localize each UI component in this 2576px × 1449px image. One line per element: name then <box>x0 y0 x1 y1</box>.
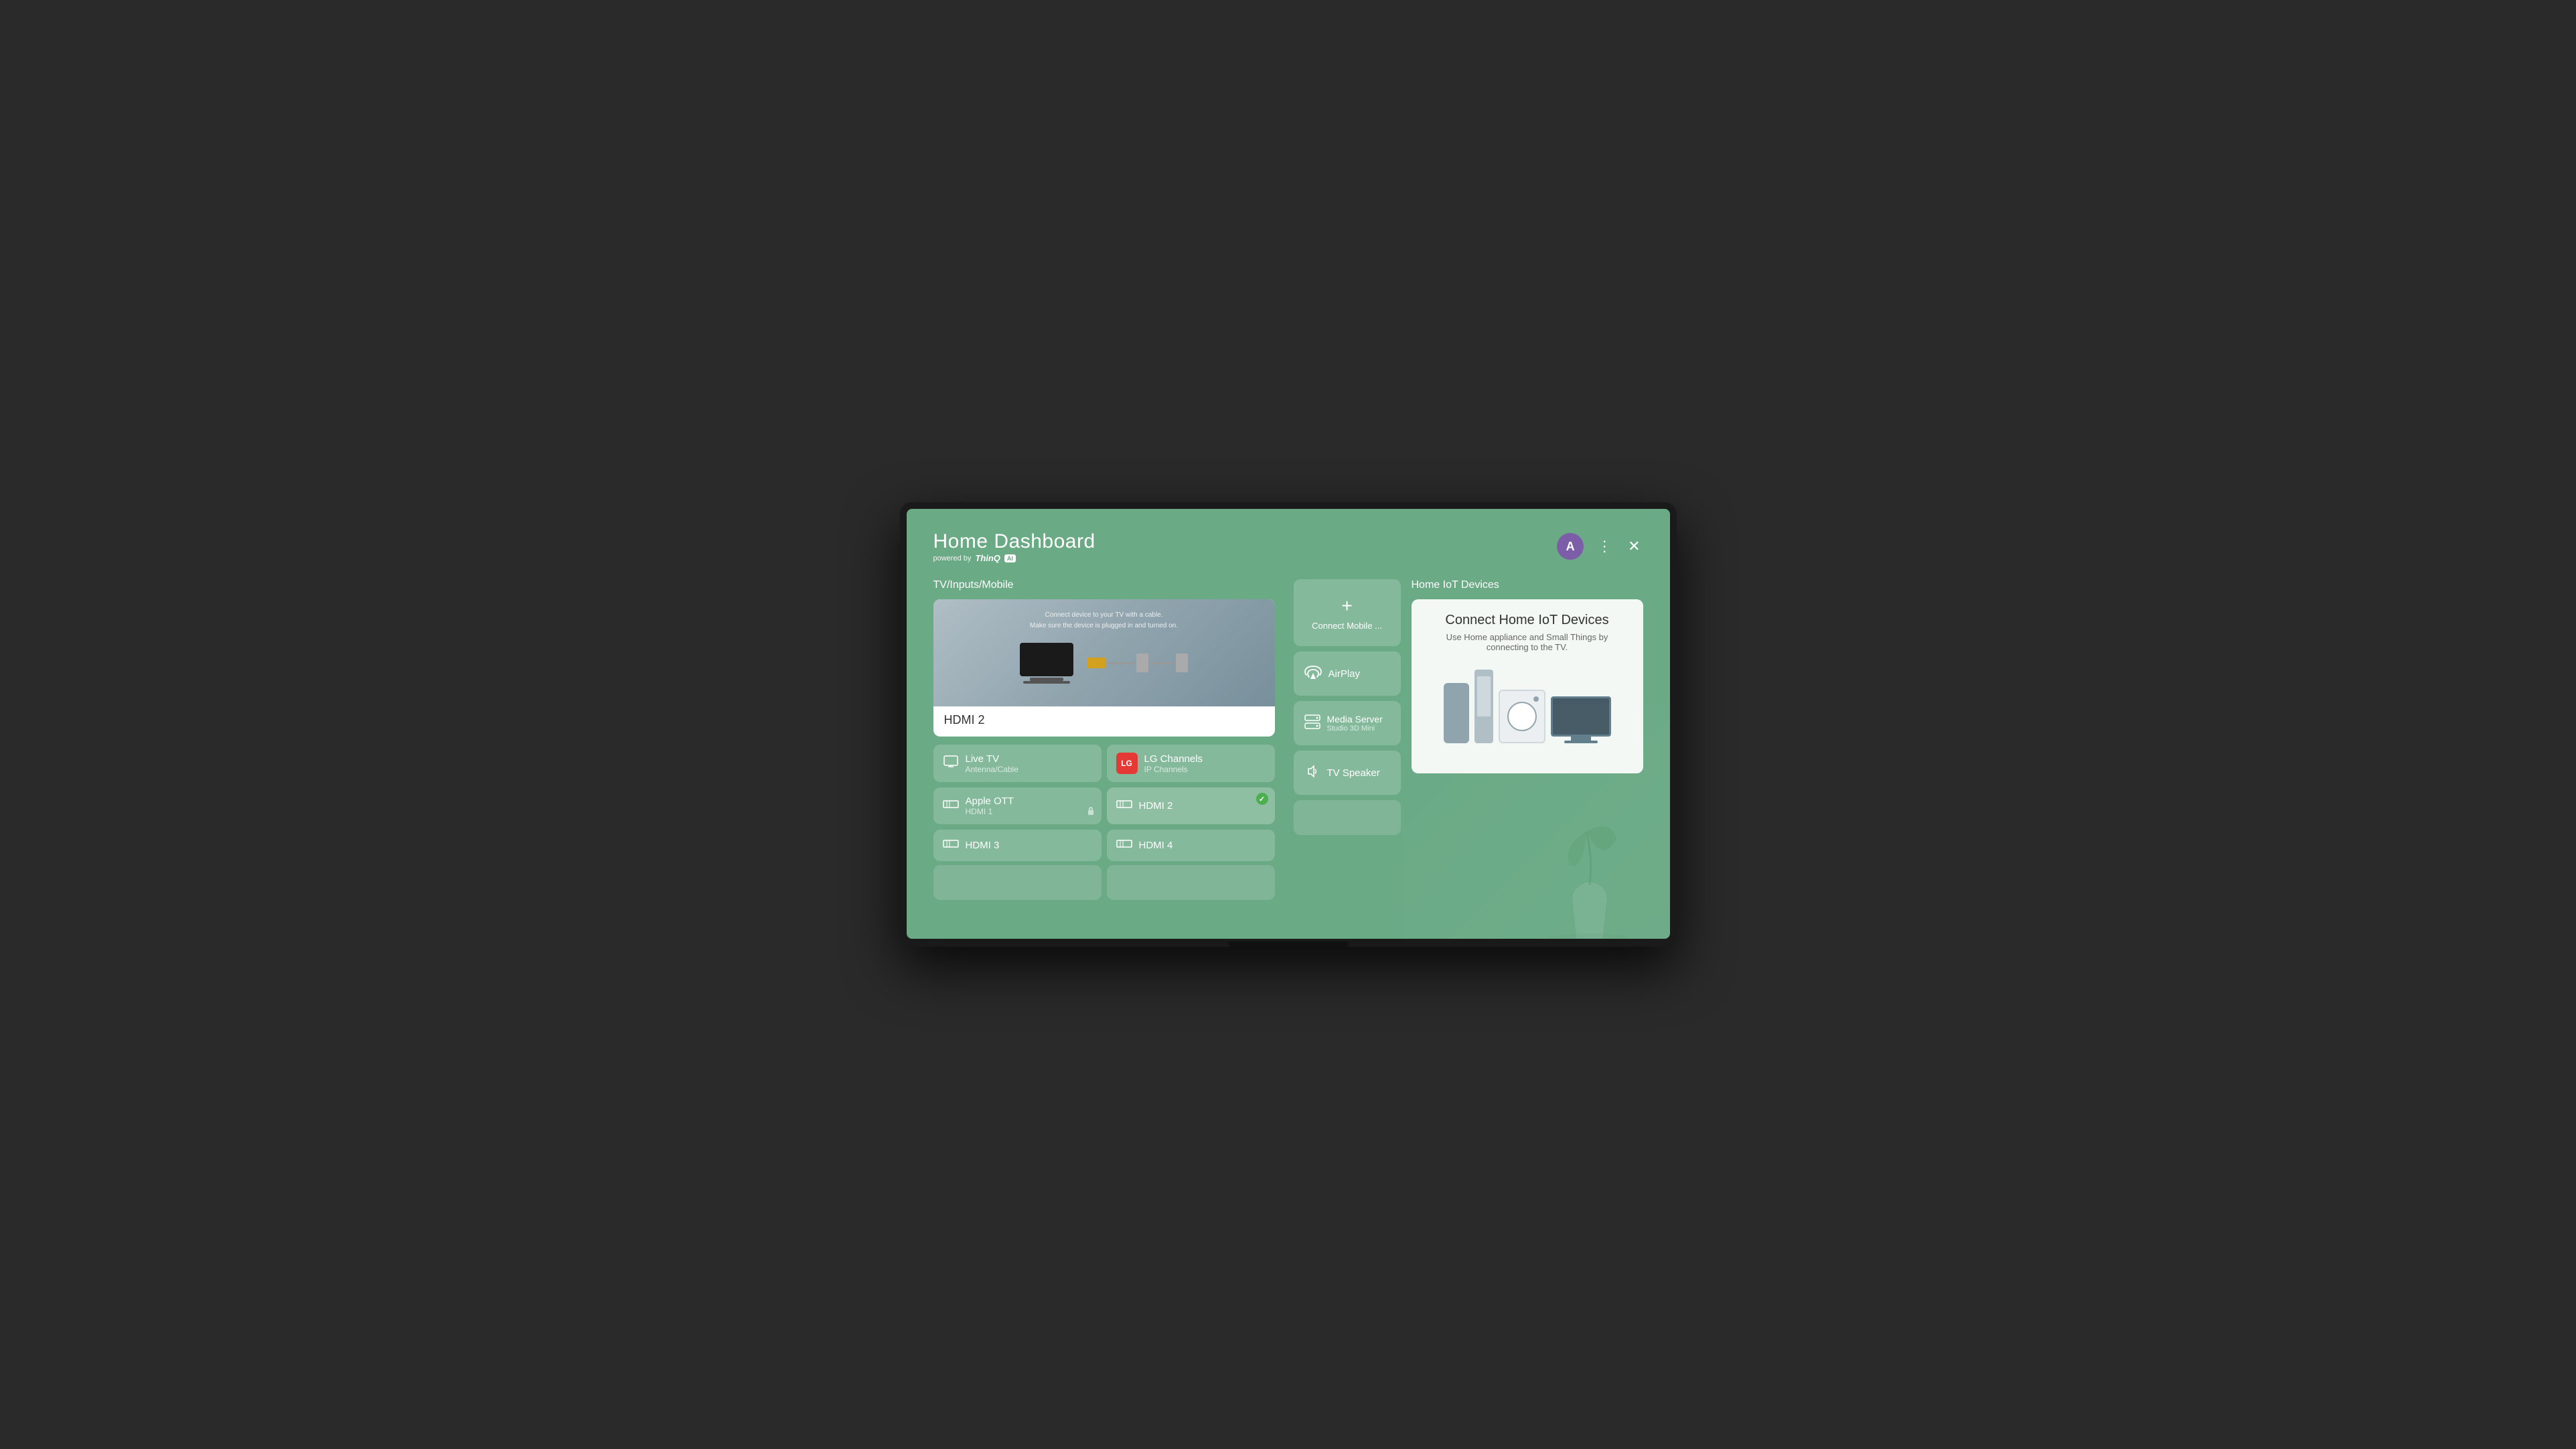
connect-stub <box>1294 800 1401 835</box>
washing-machine-device <box>1499 690 1545 743</box>
plus-icon: + <box>1341 595 1352 617</box>
avatar-button[interactable]: A <box>1557 533 1584 560</box>
active-indicator: ✓ <box>1256 793 1268 805</box>
iot-section-title: Home IoT Devices <box>1412 579 1643 591</box>
speaker-icon <box>1304 764 1320 782</box>
close-button[interactable]: ✕ <box>1625 535 1643 558</box>
iot-card-title: Connect Home IoT Devices <box>1428 613 1627 628</box>
hdmi2-icon <box>1116 798 1132 814</box>
tv-speaker-card[interactable]: TV Speaker <box>1294 751 1401 795</box>
live-tv-name: Live TV <box>966 753 1018 765</box>
input-card-hdmi4[interactable]: HDMI 4 <box>1107 830 1275 861</box>
hdmi3-icon <box>943 838 959 853</box>
lg-channels-sub: IP Channels <box>1144 765 1203 774</box>
input-card-hdmi2[interactable]: HDMI 2 ✓ <box>1107 787 1275 824</box>
smart-speaker-device <box>1444 683 1469 743</box>
tv-stand-area <box>907 939 1670 947</box>
inputs-grid: Live TV Antenna/Cable LG LG Channels <box>933 745 1275 861</box>
media-server-icon <box>1304 714 1320 733</box>
close-icon: ✕ <box>1628 538 1640 555</box>
lg-channels-icon: LG <box>1116 753 1138 774</box>
header: Home Dashboard powered by ThinQ AI A ⋮ ✕ <box>933 530 1643 563</box>
hdmi-icon-apple <box>943 798 959 814</box>
powered-by-row: powered by ThinQ AI <box>933 553 1095 563</box>
media-server-label: Media Server <box>1327 714 1383 724</box>
apple-ott-text: Apple OTT HDMI 1 <box>966 795 1014 816</box>
media-server-sub: Studio 3D Mini <box>1327 724 1383 733</box>
dashboard-container: Home Dashboard powered by ThinQ AI A ⋮ ✕ <box>907 509 1670 938</box>
powered-by-text: powered by <box>933 554 972 562</box>
right-panel: + Connect Mobile ... <box>1294 579 1643 900</box>
lg-channels-name: LG Channels <box>1144 753 1203 765</box>
tv-stand-base <box>1228 941 1349 947</box>
media-server-card[interactable]: Media Server Studio 3D Mini <box>1294 701 1401 745</box>
apple-ott-name: Apple OTT <box>966 795 1014 807</box>
tv-frame: Home Dashboard powered by ThinQ AI A ⋮ ✕ <box>900 502 1677 946</box>
iot-devices-illustration <box>1428 663 1627 750</box>
featured-card-label: HDMI 2 <box>933 706 1275 737</box>
input-card-apple-ott[interactable]: Apple OTT HDMI 1 <box>933 787 1102 824</box>
live-tv-text: Live TV Antenna/Cable <box>966 753 1018 774</box>
thinq-brand: ThinQ <box>975 553 1000 563</box>
input-card-lg-channels[interactable]: LG LG Channels IP Channels <box>1107 745 1275 782</box>
tv-screen: Home Dashboard powered by ThinQ AI A ⋮ ✕ <box>907 509 1670 938</box>
tv-icon <box>943 755 959 772</box>
tv-speaker-label: TV Speaker <box>1327 767 1380 779</box>
input-card-live-tv[interactable]: Live TV Antenna/Cable <box>933 745 1102 782</box>
iot-card[interactable]: Connect Home IoT Devices Use Home applia… <box>1412 599 1643 773</box>
iot-card-subtitle: Use Home appliance and Small Things by c… <box>1428 632 1627 652</box>
featured-caption-line2: Make sure the device is plugged in and t… <box>1030 622 1178 629</box>
featured-card-image: Connect device to your TV with a cable. … <box>933 599 1275 706</box>
scroll-hint <box>933 865 1275 900</box>
lg-channels-text: LG Channels IP Channels <box>1144 753 1203 774</box>
lock-icon <box>1087 806 1095 819</box>
hdmi2-text: HDMI 2 <box>1139 800 1173 812</box>
input-card-hdmi3[interactable]: HDMI 3 <box>933 830 1102 861</box>
left-panel: TV/Inputs/Mobile Connect device to your … <box>933 579 1275 900</box>
more-icon: ⋮ <box>1597 538 1612 555</box>
featured-hdmi-card[interactable]: Connect device to your TV with a cable. … <box>933 599 1275 737</box>
connect-mobile-card[interactable]: + Connect Mobile ... <box>1294 579 1401 646</box>
header-title-area: Home Dashboard powered by ThinQ AI <box>933 530 1095 563</box>
hdmi2-name: HDMI 2 <box>1139 800 1173 812</box>
airplay-icon <box>1304 665 1322 683</box>
content-layout: TV/Inputs/Mobile Connect device to your … <box>933 579 1643 900</box>
scroll-stub-2 <box>1107 865 1275 900</box>
ai-badge: AI <box>1004 554 1016 562</box>
header-controls: A ⋮ ✕ <box>1557 533 1643 560</box>
hdmi3-name: HDMI 3 <box>966 840 1000 851</box>
connect-mobile-label: Connect Mobile ... <box>1312 621 1382 631</box>
hdmi3-text: HDMI 3 <box>966 840 1000 851</box>
live-tv-sub: Antenna/Cable <box>966 765 1018 774</box>
scroll-stub-1 <box>933 865 1102 900</box>
media-server-text: Media Server Studio 3D Mini <box>1327 714 1383 733</box>
flat-tv-device <box>1551 696 1611 743</box>
airplay-label: AirPlay <box>1329 668 1361 680</box>
connect-column: + Connect Mobile ... <box>1294 579 1401 835</box>
featured-caption-line1: Connect device to your TV with a cable. <box>1045 611 1162 619</box>
hdmi4-text: HDMI 4 <box>1139 840 1173 851</box>
apple-ott-sub: HDMI 1 <box>966 807 1014 816</box>
right-content: + Connect Mobile ... <box>1294 579 1643 835</box>
tv-inputs-section-title: TV/Inputs/Mobile <box>933 579 1275 591</box>
hdmi4-icon <box>1116 838 1132 853</box>
page-title: Home Dashboard <box>933 530 1095 553</box>
more-options-button[interactable]: ⋮ <box>1594 535 1614 558</box>
iot-section: Home IoT Devices Connect Home IoT Device… <box>1412 579 1643 835</box>
ac-device <box>1474 670 1493 743</box>
airplay-card[interactable]: AirPlay <box>1294 652 1401 696</box>
hdmi4-name: HDMI 4 <box>1139 840 1173 851</box>
